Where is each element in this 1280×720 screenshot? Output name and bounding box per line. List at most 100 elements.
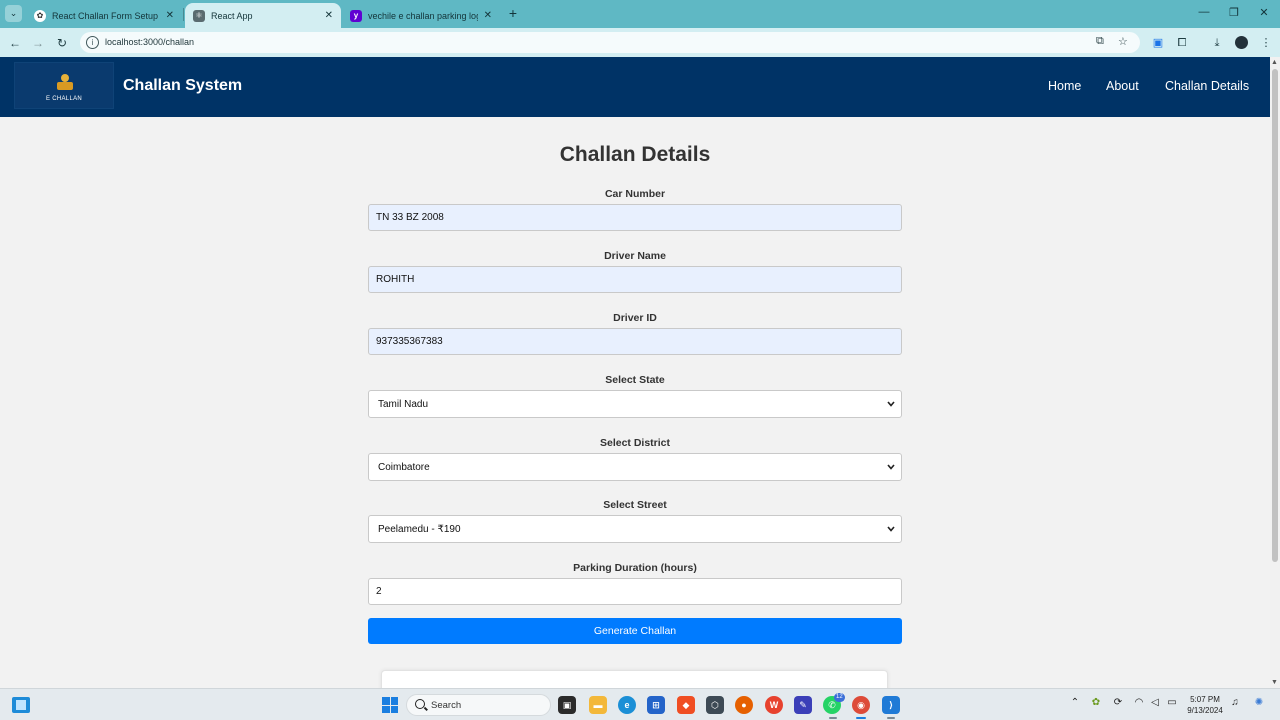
taskbar-clock[interactable]: 5:07 PM 9/13/2024	[1182, 694, 1228, 716]
close-icon[interactable]: ✕	[325, 10, 333, 21]
restore-icon[interactable]: ❐	[1226, 6, 1242, 19]
parking-duration-label: Parking Duration (hours)	[573, 562, 697, 574]
e-challan-logo[interactable]: E CHALLAN	[14, 62, 114, 109]
extensions-puzzle-icon[interactable]: ⧠	[1174, 35, 1190, 51]
forward-icon[interactable]: →	[29, 34, 47, 52]
tab-react-challan-form-setup[interactable]: ✿ React Challan Form Setup ✕	[26, 3, 182, 28]
bookmark-star-icon[interactable]: ☆	[1118, 35, 1128, 48]
page-scrollbar[interactable]: ▲ ▼	[1270, 57, 1280, 688]
chrome-active-indicator	[856, 717, 866, 719]
generate-challan-button[interactable]: Generate Challan	[368, 618, 902, 644]
district-selected-value: Coimbatore	[378, 462, 430, 473]
yahoo-icon: y	[350, 9, 362, 22]
car-number-input[interactable]	[368, 204, 902, 231]
clock-time: 5:07 PM	[1190, 695, 1220, 704]
minimize-icon[interactable]: —	[1196, 6, 1212, 18]
notification-bell-icon[interactable]: ♫	[1228, 697, 1242, 708]
tab-separator	[183, 8, 184, 21]
wifi-icon[interactable]: ◠	[1132, 697, 1146, 708]
copilot-icon[interactable]: ✺	[1252, 697, 1266, 708]
extension-badge-icon[interactable]: ▣	[1150, 35, 1166, 51]
download-icon[interactable]: ⤓	[1209, 35, 1225, 51]
vscode-running-indicator	[887, 717, 895, 719]
whatsapp-running-indicator	[829, 717, 837, 719]
logo-emblem-icon	[57, 74, 73, 92]
district-label: Select District	[599, 437, 671, 449]
search-icon	[415, 699, 425, 709]
taskbar-search-label: Search	[431, 700, 462, 711]
tab-react-app[interactable]: ⚛ React App ✕	[185, 3, 341, 28]
driver-name-input[interactable]	[368, 266, 902, 293]
install-app-icon[interactable]: ⧉	[1096, 35, 1104, 48]
driver-id-input[interactable]	[368, 328, 902, 355]
reload-icon[interactable]: ↻	[53, 34, 71, 52]
clock-date: 9/13/2024	[1187, 706, 1223, 715]
vscode-icon[interactable]: ⟩	[882, 696, 900, 714]
brand-title: Challan System	[123, 77, 243, 94]
tray-sync-icon[interactable]: ⟳	[1111, 697, 1125, 708]
widgets-icon[interactable]	[12, 697, 30, 713]
app-header: E CHALLAN Challan System Home About Chal…	[0, 57, 1270, 117]
address-url[interactable]: localhost:3000/challan	[105, 37, 194, 47]
page-title: Challan Details	[559, 143, 711, 166]
parking-duration-input[interactable]	[368, 578, 902, 605]
windows-taskbar: Search ▣ ▬ e ⊞ ◆ ⬡ ● W ✎ ✆ 12 ◉ ⟩ ⌃ ✿ ⟳ …	[0, 688, 1280, 720]
chrome-icon[interactable]: ◉	[852, 696, 870, 714]
browser-tab-strip: ⌄ ✿ React Challan Form Setup ✕ ⚛ React A…	[0, 0, 1280, 28]
profile-avatar[interactable]	[1233, 35, 1249, 51]
driver-name-label: Driver Name	[604, 250, 666, 262]
cube-app-icon[interactable]: ⬡	[706, 696, 724, 714]
store-icon[interactable]: ⊞	[647, 696, 665, 714]
state-select[interactable]: Tamil Nadu	[368, 390, 902, 418]
back-icon[interactable]: ←	[6, 34, 24, 52]
street-label: Select Street	[603, 499, 667, 511]
site-info-icon[interactable]: i	[86, 36, 99, 49]
file-explorer-icon[interactable]: ▬	[589, 696, 607, 714]
chevron-down-icon	[887, 464, 895, 470]
street-selected-value: Peelamedu - ₹190	[378, 524, 461, 535]
chevron-down-icon	[887, 401, 895, 407]
tray-app-icon[interactable]: ✿	[1089, 697, 1103, 708]
brave-icon[interactable]: ◆	[677, 696, 695, 714]
office-w-icon[interactable]: W	[765, 696, 783, 714]
avatar	[1234, 36, 1248, 49]
scroll-down-icon[interactable]: ▼	[1271, 679, 1278, 686]
challan-result-card	[381, 670, 888, 688]
pen-app-icon[interactable]: ✎	[794, 696, 812, 714]
scrollbar-thumb[interactable]	[1272, 69, 1278, 562]
edge-icon[interactable]: e	[618, 696, 636, 714]
nav-home-link[interactable]: Home	[1048, 79, 1081, 93]
whatsapp-unread-badge: 12	[834, 693, 845, 702]
window-close-icon[interactable]: ✕	[1256, 6, 1272, 19]
tab-vechile-e-challan-logo[interactable]: y vechile e challan parking logo - ✕	[342, 3, 500, 28]
close-icon[interactable]: ✕	[484, 10, 492, 21]
nav-about-link[interactable]: About	[1106, 79, 1139, 93]
logo-text: E CHALLAN	[45, 96, 83, 102]
page-viewport: E CHALLAN Challan System Home About Chal…	[0, 57, 1270, 688]
scroll-up-icon[interactable]: ▲	[1271, 59, 1278, 66]
new-tab-button[interactable]: +	[505, 5, 521, 21]
district-select[interactable]: Coimbatore	[368, 453, 902, 481]
browser-toolbar: ← → ↻ i localhost:3000/challan ⧉ ☆ ▣ ⧠ ⤓…	[0, 28, 1280, 57]
state-selected-value: Tamil Nadu	[378, 399, 429, 410]
chevron-down-icon	[887, 526, 895, 532]
react-icon: ⚛	[193, 9, 205, 22]
tray-overflow-icon[interactable]: ⌃	[1068, 697, 1082, 708]
firefox-icon[interactable]: ●	[735, 696, 753, 714]
task-view-icon[interactable]: ▣	[558, 696, 576, 714]
state-label: Select State	[605, 374, 665, 386]
openai-icon: ✿	[34, 9, 46, 22]
battery-icon[interactable]: ▭	[1165, 697, 1179, 708]
address-bar[interactable]: i localhost:3000/challan ⧉ ☆	[80, 32, 1140, 53]
taskbar-search[interactable]: Search	[406, 694, 551, 716]
start-button[interactable]	[382, 697, 398, 713]
volume-muted-icon[interactable]: ◁	[1148, 697, 1162, 708]
nav-challan-details-link[interactable]: Challan Details	[1165, 79, 1249, 93]
driver-id-label: Driver ID	[613, 312, 657, 324]
close-icon[interactable]: ✕	[166, 10, 174, 21]
car-number-label: Car Number	[604, 188, 666, 200]
street-select[interactable]: Peelamedu - ₹190	[368, 515, 902, 543]
browser-menu-icon[interactable]: ⋮	[1258, 35, 1274, 51]
chevron-down-icon: ⌄	[9, 8, 18, 18]
tab-search-button[interactable]: ⌄	[5, 5, 22, 22]
